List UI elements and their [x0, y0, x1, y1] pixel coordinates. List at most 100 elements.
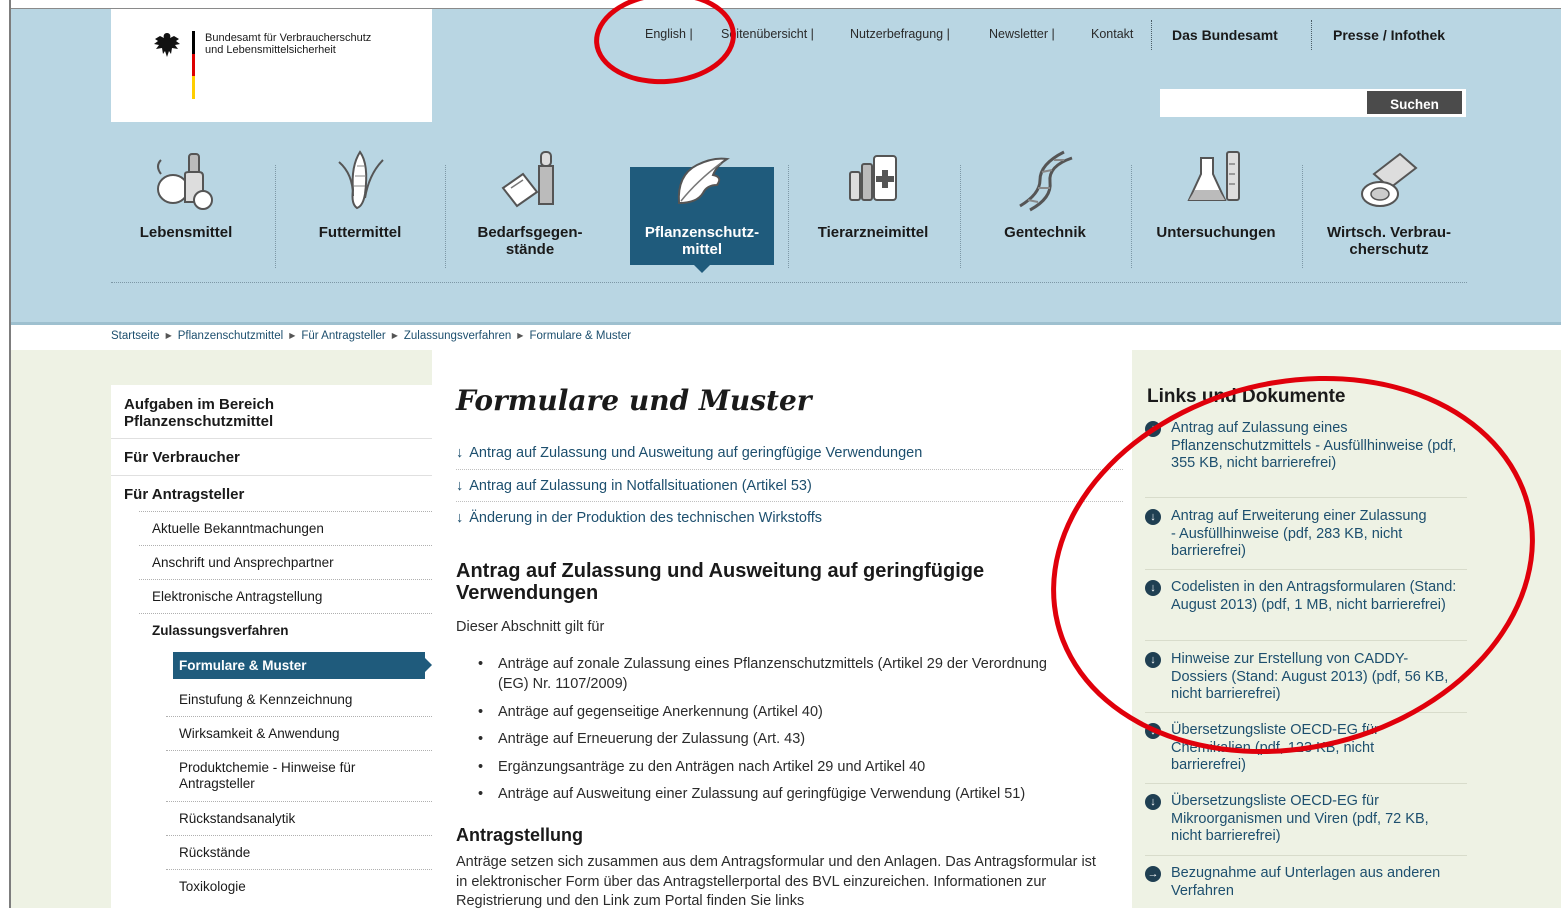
document-link[interactable]: Hinweise zur Erstellung von CADDY-Dossie…	[1171, 651, 1461, 704]
category-pflanzenschutzmittel[interactable]: Pflanzenschutz- mittel	[630, 157, 774, 265]
anchor-link-text: Antrag auf Zulassung und Ausweitung auf …	[469, 445, 923, 461]
category-gentechnik[interactable]: Gentechnik	[970, 140, 1120, 270]
search-button[interactable]: Suchen	[1367, 89, 1466, 117]
category-bedarfsgegenstaende[interactable]: Bedarfsgegen- stände	[455, 140, 605, 270]
category-label: Wirtsch. Verbrau- cherschutz	[1326, 224, 1452, 258]
links-divider	[1145, 497, 1467, 498]
logo-panel[interactable]	[111, 9, 432, 122]
anchor-link[interactable]: ↓ Antrag auf Zulassung in Notfallsituatio…	[456, 478, 812, 494]
nav-newsletter-link[interactable]: Newsletter |	[989, 27, 1055, 45]
category-label: Pflanzenschutz- mittel	[644, 224, 760, 258]
section-intro: Dieser Abschnitt gilt für	[456, 619, 605, 635]
sidebar-subsub-rueckstandsanalytik[interactable]: Rückstandsanalytik	[179, 811, 295, 827]
bullet-text: Anträge auf gegenseitige Anerkennung (Ar…	[498, 704, 823, 720]
sidebar-subsub-produktchemie[interactable]: Produktchemie - Hinweise für Antragstell…	[179, 760, 409, 792]
sidebar-divider	[139, 579, 432, 580]
category-lebensmittel[interactable]: Lebensmittel	[111, 140, 261, 270]
sidebar-item-verbraucher[interactable]: Für Verbraucher	[124, 449, 240, 466]
bullet-text: Anträge auf Erneuerung der Zulassung (Ar…	[498, 731, 806, 747]
nav-sitemap-link[interactable]: Seitenübersicht |	[721, 27, 814, 45]
bullet-item: Anträge auf gegenseitige Anerkennung (Ar…	[478, 702, 1120, 722]
category-label: Untersuchungen	[1156, 224, 1276, 241]
food-icon	[157, 153, 213, 210]
veterinary-medicine-icon	[849, 155, 897, 201]
dna-icon	[1019, 150, 1073, 212]
breadcrumb-separator-icon: ▶	[517, 331, 524, 340]
document-link[interactable]: Antrag auf Erweiterung einer Zulassung -…	[1171, 508, 1431, 561]
window-top-edge	[0, 0, 1561, 9]
breadcrumb-item[interactable]: Pflanzenschutzmittel	[178, 330, 283, 342]
breadcrumb-item[interactable]: Für Antragsteller	[301, 330, 385, 342]
sidebar-subsub-einstufung[interactable]: Einstufung & Kennzeichnung	[179, 692, 352, 708]
category-futtermittel[interactable]: Futtermittel	[285, 140, 435, 270]
sidebar-item-antragsteller[interactable]: Für Antragsteller	[124, 486, 244, 503]
breadcrumb-separator-icon: ▶	[165, 331, 172, 340]
page-title: Formulare und Muster	[456, 384, 812, 417]
bullet-item: Anträge auf zonale Zulassung eines Pflan…	[478, 654, 1080, 694]
sidebar-subsub-toxikologie[interactable]: Toxikologie	[179, 879, 246, 895]
category-tierarzneimittel[interactable]: Tierarzneimittel	[798, 140, 948, 270]
arrow-down-icon: ↓	[456, 478, 464, 494]
sidebar-divider	[166, 716, 432, 717]
download-icon: ↓	[1145, 723, 1161, 739]
sidebar-subsub-wirksamkeit[interactable]: Wirksamkeit & Anwendung	[179, 726, 340, 742]
anchor-link-text: Antrag auf Zulassung in Notfallsituation…	[469, 478, 812, 494]
sidebar-divider	[166, 801, 432, 802]
category-label: Gentechnik	[1004, 224, 1086, 241]
breadcrumb-item[interactable]: Startseite	[111, 330, 160, 342]
sidebar-sub-zulassungsverfahren[interactable]: Zulassungsverfahren	[152, 623, 289, 639]
sidebar-sub-elektronische-antragstellung[interactable]: Elektronische Antragstellung	[152, 589, 322, 605]
anchor-link-text: Änderung in der Produktion des technisch…	[469, 510, 823, 526]
arrow-down-icon: ↓	[456, 510, 464, 526]
links-divider	[1145, 640, 1467, 641]
breadcrumb-item[interactable]: Zulassungsverfahren	[404, 330, 511, 342]
nav-survey-link[interactable]: Nutzerbefragung |	[850, 27, 950, 45]
category-label: Tierarzneimittel	[817, 224, 929, 241]
sidebar-divider	[139, 613, 432, 614]
sidebar-active-formulare[interactable]: Formulare & Muster	[173, 652, 432, 679]
lab-flask-icon	[1187, 151, 1240, 201]
category-label: Lebensmittel	[139, 224, 233, 241]
arrow-down-icon: ↓	[456, 445, 464, 461]
document-link[interactable]: Übersetzungsliste OECD-EG für Chemikalie…	[1171, 722, 1431, 775]
federal-eagle-icon	[154, 33, 180, 57]
sidebar-divider	[139, 545, 432, 546]
category-untersuchungen[interactable]: Untersuchungen	[1141, 140, 1291, 270]
category-wirtsch-verbraucherschutz[interactable]: Wirtsch. Verbrau- cherschutz	[1312, 140, 1466, 270]
bullet-text: Anträge auf Ausweitung einer Zulassung a…	[498, 786, 1026, 802]
anchor-divider	[456, 469, 1123, 470]
breadcrumb-current: Formulare & Muster	[529, 330, 632, 342]
body-text: Anträge setzen sich zusammen aus dem Ant…	[456, 854, 1096, 908]
document-link[interactable]: Antrag auf Zulassung eines Pflanzenschut…	[1171, 420, 1461, 473]
anchor-link[interactable]: ↓ Änderung in der Produktion des technisc…	[456, 510, 822, 526]
download-icon: ↓	[1145, 421, 1161, 437]
arrow-right-icon: →	[1145, 866, 1161, 882]
nav-press-link[interactable]: Presse / Infothek	[1333, 27, 1445, 45]
download-icon: ↓	[1145, 509, 1161, 525]
subheading: Antragstellung	[456, 825, 584, 845]
window-left-edge	[0, 0, 11, 908]
reference-link[interactable]: Bezugnahme auf Unterlagen aus anderen Ve…	[1171, 865, 1441, 900]
category-label: Bedarfsgegen- stände	[477, 224, 583, 258]
breadcrumb: Startseite ▶ Pflanzenschutzmittel ▶ Für Antr…	[111, 330, 631, 342]
nav-english-link[interactable]: English |	[645, 27, 693, 45]
nav-divider	[1151, 20, 1152, 50]
anchor-link[interactable]: ↓ Antrag auf Zulassung und Ausweitung auf…	[456, 445, 922, 461]
category-divider	[1302, 165, 1303, 268]
search-input[interactable]	[1160, 89, 1367, 117]
breadcrumb-separator-icon: ▶	[391, 331, 398, 340]
sidebar-item-aufgaben[interactable]: Aufgaben im Bereich Pflanzenschutzmittel	[124, 396, 364, 430]
sidebar-sub-bekanntmachungen[interactable]: Aktuelle Bekanntmachungen	[152, 521, 324, 537]
nav-contact-link[interactable]: Kontakt	[1091, 27, 1133, 45]
sidebar-subsub-rueckstaende[interactable]: Rückstände	[179, 845, 250, 861]
cosmetics-icon	[501, 151, 554, 208]
nav-office-link[interactable]: Das Bundesamt	[1172, 27, 1278, 45]
sidebar-sub-ansprechpartner[interactable]: Anschrift und Ansprechpartner	[152, 555, 334, 571]
document-link[interactable]: Codelisten in den Antragsformularen (Sta…	[1171, 579, 1461, 614]
sidebar-divider	[139, 511, 432, 512]
sidebar-divider	[166, 750, 432, 751]
document-link[interactable]: Übersetzungsliste OECD-EG für Mikroorgan…	[1171, 793, 1431, 846]
corn-icon	[338, 150, 384, 210]
breadcrumb-separator-icon: ▶	[289, 331, 296, 340]
links-title: Links und Dokumente	[1147, 386, 1346, 407]
